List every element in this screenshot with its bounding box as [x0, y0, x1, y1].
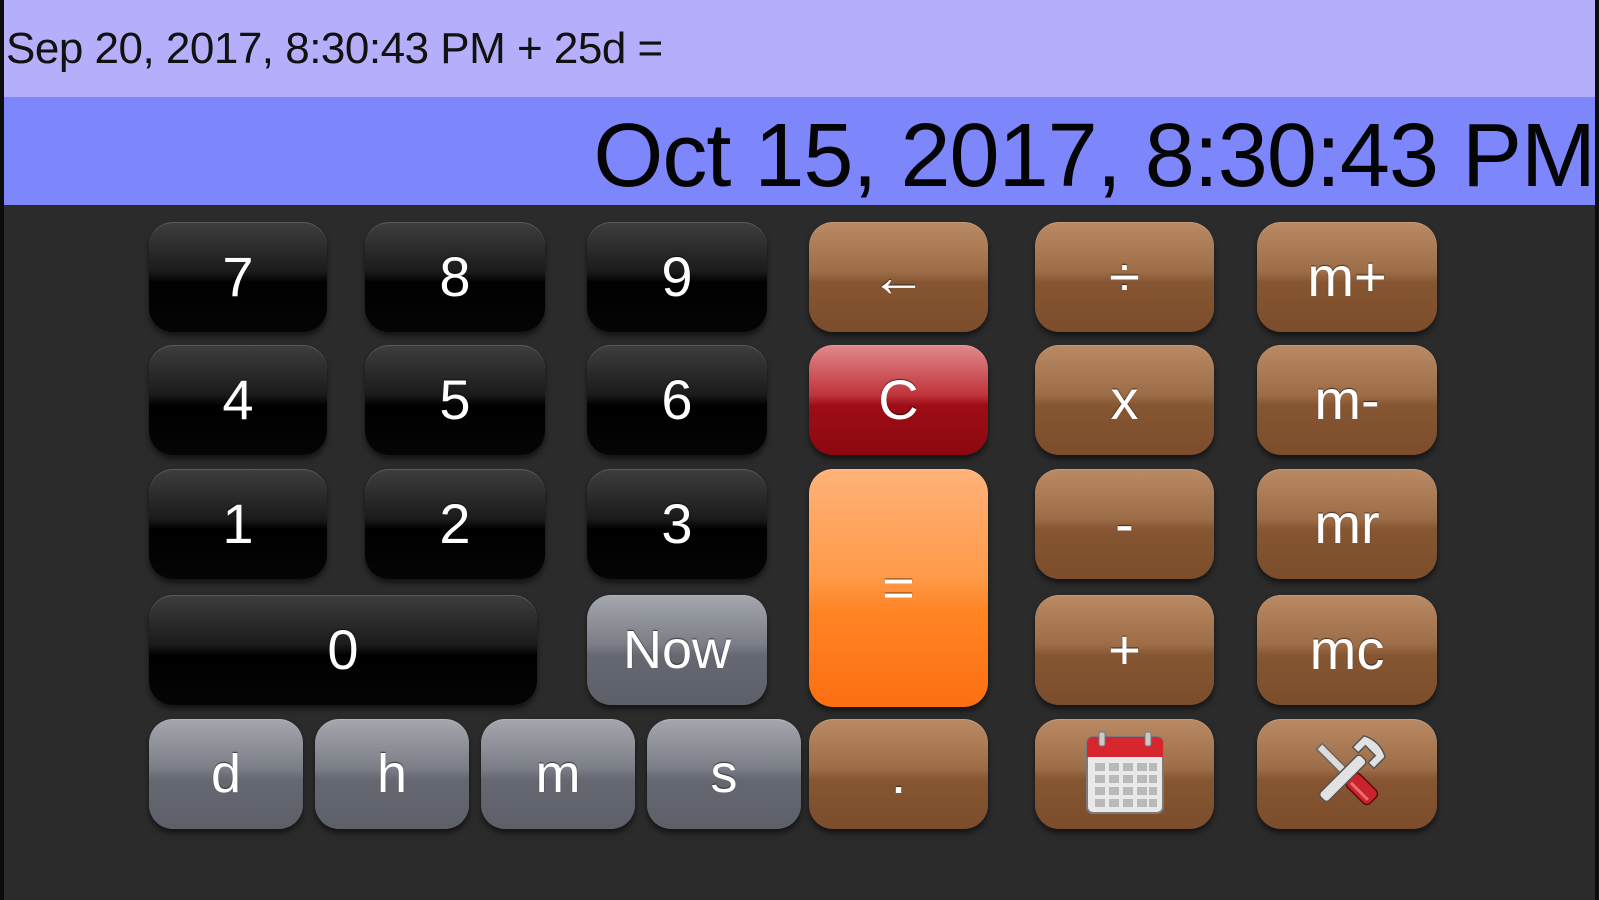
minus-label: - — [1115, 492, 1134, 555]
now-button[interactable]: Now — [587, 595, 767, 705]
memory-recall-label: mr — [1314, 492, 1380, 555]
hour-unit-label: h — [376, 744, 408, 804]
key-2[interactable]: 2 — [365, 469, 545, 579]
key-3[interactable]: 3 — [587, 469, 767, 579]
memory-plus-button[interactable]: m+ — [1257, 222, 1437, 332]
second-unit-button[interactable]: s — [647, 719, 801, 829]
key-4-label: 4 — [222, 368, 254, 431]
frame-right-edge — [1595, 0, 1599, 900]
minute-unit-button[interactable]: m — [481, 719, 635, 829]
key-4[interactable]: 4 — [149, 345, 327, 455]
expression-display: Sep 20, 2017, 8:30:43 PM + 25d = — [4, 0, 1595, 97]
memory-minus-button[interactable]: m- — [1257, 345, 1437, 455]
key-7-label: 7 — [222, 245, 254, 308]
divide-label: ÷ — [1109, 245, 1140, 308]
key-0-label: 0 — [327, 618, 359, 681]
key-2-label: 2 — [439, 492, 471, 555]
day-unit-button[interactable]: d — [149, 719, 303, 829]
hour-unit-button[interactable]: h — [315, 719, 469, 829]
multiply-button[interactable]: x — [1035, 345, 1214, 455]
clear-button[interactable]: C — [809, 345, 988, 455]
minus-button[interactable]: - — [1035, 469, 1214, 579]
calendar-icon — [1085, 731, 1164, 814]
expression-text: Sep 20, 2017, 8:30:43 PM + 25d = — [6, 24, 663, 73]
memory-clear-label: mc — [1309, 618, 1385, 681]
key-1-label: 1 — [222, 492, 254, 555]
multiply-label: x — [1110, 368, 1139, 431]
divide-button[interactable]: ÷ — [1035, 222, 1214, 332]
equals-button[interactable]: = — [809, 469, 988, 707]
key-8[interactable]: 8 — [365, 222, 545, 332]
key-0[interactable]: 0 — [149, 595, 537, 705]
decimal-point-button[interactable]: . — [809, 719, 988, 829]
second-unit-label: s — [710, 744, 738, 804]
day-unit-label: d — [210, 744, 242, 804]
key-3-label: 3 — [661, 492, 693, 555]
key-6[interactable]: 6 — [587, 345, 767, 455]
memory-clear-button[interactable]: mc — [1257, 595, 1437, 705]
plus-button[interactable]: + — [1035, 595, 1214, 705]
key-5[interactable]: 5 — [365, 345, 545, 455]
backspace-button[interactable]: ← — [809, 222, 988, 332]
now-label: Now — [622, 620, 732, 680]
settings-button[interactable] — [1257, 719, 1437, 829]
decimal-point-label: . — [890, 742, 907, 805]
minute-unit-label: m — [535, 744, 581, 804]
key-9-label: 9 — [661, 245, 693, 308]
key-8-label: 8 — [439, 245, 471, 308]
memory-minus-label: m- — [1314, 368, 1380, 431]
calendar-button[interactable] — [1035, 719, 1214, 829]
key-7[interactable]: 7 — [149, 222, 327, 332]
clear-label: C — [878, 368, 919, 431]
tools-icon — [1315, 734, 1387, 806]
result-display: Oct 15, 2017, 8:30:43 PM — [4, 97, 1596, 206]
key-5-label: 5 — [439, 368, 471, 431]
plus-label: + — [1108, 618, 1141, 681]
result-text: Oct 15, 2017, 8:30:43 PM — [593, 106, 1596, 206]
key-9[interactable]: 9 — [587, 222, 767, 332]
memory-plus-label: m+ — [1307, 245, 1387, 308]
key-6-label: 6 — [661, 368, 693, 431]
backspace-label: ← — [870, 245, 927, 308]
key-1[interactable]: 1 — [149, 469, 327, 579]
memory-recall-button[interactable]: mr — [1257, 469, 1437, 579]
equals-label: = — [882, 556, 915, 619]
calculator-screen: Sep 20, 2017, 8:30:43 PM + 25d = Oct 15,… — [0, 0, 1599, 900]
